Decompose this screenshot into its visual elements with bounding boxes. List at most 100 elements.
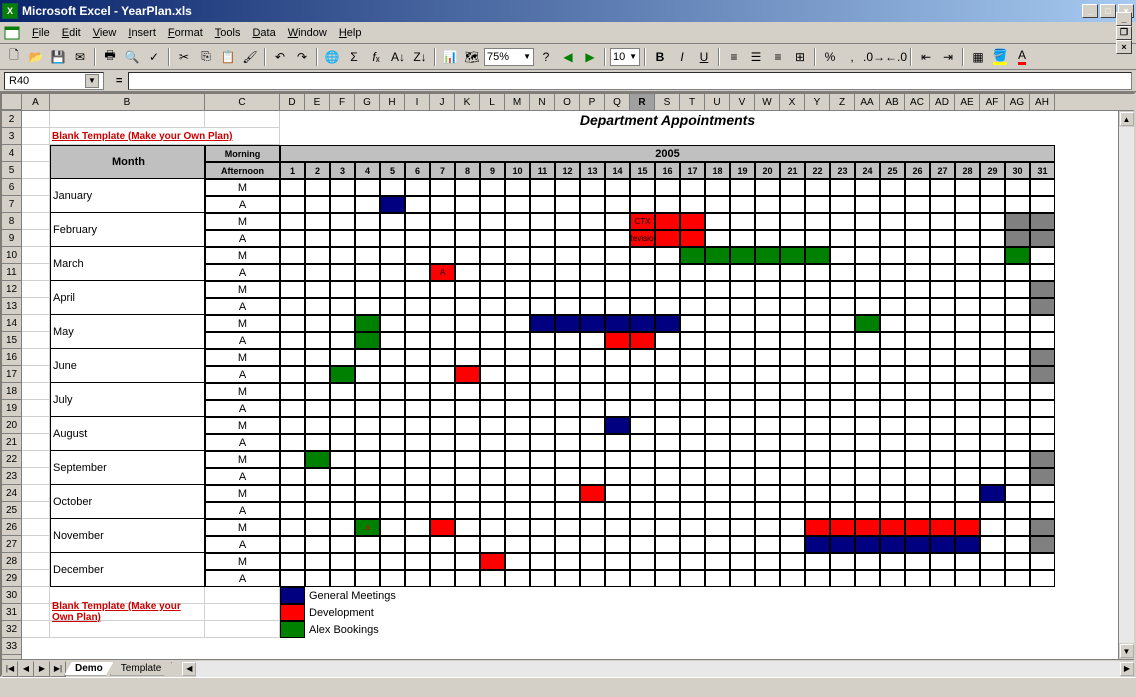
day-cell[interactable] (305, 383, 330, 400)
day-cell[interactable] (855, 553, 880, 570)
day-cell[interactable] (705, 451, 730, 468)
day-cell[interactable] (730, 485, 755, 502)
day-cell[interactable] (505, 213, 530, 230)
day-cell[interactable] (780, 213, 805, 230)
day-cell[interactable] (755, 230, 780, 247)
day-cell[interactable] (1005, 451, 1030, 468)
day-cell[interactable] (1005, 247, 1030, 264)
day-cell[interactable] (705, 383, 730, 400)
day-cell[interactable] (455, 349, 480, 366)
day-cell[interactable] (830, 485, 855, 502)
day-cell[interactable] (830, 468, 855, 485)
day-cell[interactable] (1005, 502, 1030, 519)
day-cell[interactable] (280, 196, 305, 213)
day-cell[interactable] (380, 179, 405, 196)
day-cell[interactable] (930, 196, 955, 213)
day-cell[interactable] (555, 349, 580, 366)
day-cell[interactable] (505, 519, 530, 536)
fontsize-select[interactable]: 10▼ (610, 48, 640, 66)
day-cell[interactable] (780, 434, 805, 451)
day-cell[interactable] (805, 400, 830, 417)
day-cell[interactable] (305, 400, 330, 417)
day-cell[interactable] (880, 230, 905, 247)
day-cell[interactable] (830, 366, 855, 383)
day-cell[interactable] (430, 400, 455, 417)
day-cell[interactable] (380, 366, 405, 383)
day-cell[interactable] (305, 264, 330, 281)
day-cell[interactable] (530, 400, 555, 417)
day-cell[interactable] (1005, 536, 1030, 553)
day-cell[interactable] (505, 485, 530, 502)
day-cell[interactable] (1030, 247, 1055, 264)
day-cell[interactable] (655, 264, 680, 281)
day-cell[interactable] (630, 553, 655, 570)
comma-icon[interactable]: , (842, 47, 862, 67)
day-cell[interactable] (680, 434, 705, 451)
day-cell[interactable] (405, 298, 430, 315)
day-cell[interactable] (905, 230, 930, 247)
day-cell[interactable] (880, 247, 905, 264)
day-cell[interactable] (880, 451, 905, 468)
day-cell[interactable] (355, 366, 380, 383)
day-cell[interactable] (705, 230, 730, 247)
day-cell[interactable] (405, 485, 430, 502)
row-header-17[interactable]: 17 (2, 366, 21, 383)
sheet-tab-template[interactable]: Template (110, 662, 173, 676)
day-cell[interactable] (855, 519, 880, 536)
column-header-N[interactable]: N (530, 94, 555, 110)
day-cell[interactable] (380, 230, 405, 247)
day-cell[interactable] (905, 332, 930, 349)
day-cell[interactable] (555, 383, 580, 400)
day-cell[interactable] (405, 519, 430, 536)
day-cell[interactable] (405, 230, 430, 247)
grid[interactable]: Department AppointmentsBlank Template (M… (22, 111, 1118, 659)
day-cell[interactable] (805, 281, 830, 298)
align-right-icon[interactable]: ≡ (768, 47, 788, 67)
day-cell[interactable] (805, 179, 830, 196)
day-cell[interactable] (730, 451, 755, 468)
day-cell[interactable] (405, 434, 430, 451)
bold-icon[interactable]: B (650, 47, 670, 67)
day-cell[interactable] (480, 417, 505, 434)
day-cell[interactable] (730, 519, 755, 536)
day-cell[interactable] (605, 519, 630, 536)
day-cell[interactable] (855, 434, 880, 451)
day-cell[interactable] (530, 502, 555, 519)
day-cell[interactable] (355, 502, 380, 519)
day-cell[interactable] (530, 281, 555, 298)
day-cell[interactable] (930, 468, 955, 485)
day-cell[interactable] (805, 315, 830, 332)
day-cell[interactable] (930, 553, 955, 570)
day-cell[interactable] (1030, 349, 1055, 366)
day-cell[interactable] (330, 451, 355, 468)
day-cell[interactable] (455, 468, 480, 485)
row-header-33[interactable]: 33 (2, 638, 21, 655)
day-cell[interactable] (1005, 179, 1030, 196)
day-cell[interactable] (330, 349, 355, 366)
day-cell[interactable] (805, 451, 830, 468)
day-cell[interactable] (755, 383, 780, 400)
day-cell[interactable] (630, 519, 655, 536)
day-cell[interactable] (530, 536, 555, 553)
day-cell[interactable] (455, 434, 480, 451)
day-cell[interactable] (430, 519, 455, 536)
day-cell[interactable] (855, 315, 880, 332)
sheet-tab-demo[interactable]: Demo (64, 662, 114, 676)
day-cell[interactable] (555, 553, 580, 570)
day-cell[interactable] (705, 196, 730, 213)
day-cell[interactable] (730, 247, 755, 264)
day-cell[interactable] (655, 179, 680, 196)
day-cell[interactable] (455, 417, 480, 434)
day-cell[interactable] (680, 400, 705, 417)
day-cell[interactable] (905, 434, 930, 451)
day-cell[interactable] (605, 434, 630, 451)
day-cell[interactable] (355, 281, 380, 298)
day-cell[interactable] (355, 400, 380, 417)
hyperlink-icon[interactable]: 🌐 (322, 47, 342, 67)
day-cell[interactable] (980, 230, 1005, 247)
day-cell[interactable] (355, 332, 380, 349)
day-cell[interactable] (655, 485, 680, 502)
day-cell[interactable] (955, 247, 980, 264)
column-header-S[interactable]: S (655, 94, 680, 110)
day-cell[interactable] (580, 383, 605, 400)
